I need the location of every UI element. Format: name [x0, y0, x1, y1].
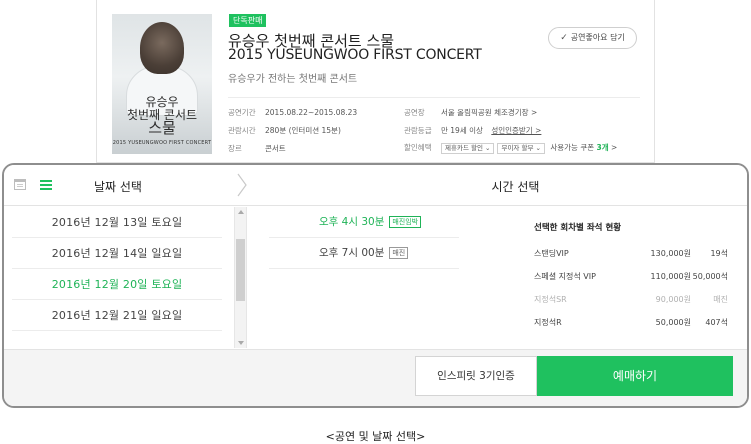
info-venue-link[interactable]: 서울 올림픽공원 체조경기장 > [441, 108, 537, 117]
info-genre-key: 장르 [228, 144, 242, 153]
seat-price: 110,000원 [650, 272, 691, 281]
figure-caption: <공연 및 날짜 선택> [325, 430, 426, 443]
info-rating-key: 관람등급 [404, 126, 432, 135]
date-item-selected[interactable]: 2016년 12월 20일 토요일 [12, 269, 222, 300]
poster-title: 유승우 첫번째 콘서트 스물 [112, 96, 212, 137]
seat-status: 선택한 회차별 좌석 현황 스탠딩VIP 130,000원 19석 스페셜 지정… [534, 221, 734, 340]
show-title-en: 2015 YUSEUNGWOO FIRST CONCERT [228, 47, 482, 63]
seat-name: 지정석SR [534, 295, 567, 304]
book-button[interactable]: 예매하기 [537, 356, 733, 396]
scroll-down-icon[interactable] [238, 341, 244, 345]
seat-name: 지정석R [534, 318, 562, 327]
info-divider [228, 97, 640, 98]
info-discount: 할인혜택 제휴카드 할인 ⌄ 무이자 할부 ⌄ 사용가능 쿠폰 3개 > [404, 142, 617, 154]
date-item[interactable]: 2016년 12월 21일 일요일 [12, 300, 222, 331]
info-discount-key: 할인혜택 [404, 143, 432, 152]
panel-header: 날짜 선택 시간 선택 [4, 165, 747, 206]
show-info-card: 유승우 첫번째 콘서트 스물 2015 YUSEUNGWOO FIRST CON… [96, 0, 655, 163]
check-icon: ✓ [560, 33, 568, 43]
show-subtitle: 유승우가 전하는 첫번째 콘서트 [228, 74, 358, 85]
seat-row-soldout: 지정석SR 90,000원 매진 [534, 294, 734, 317]
favorite-button[interactable]: ✓ 공연좋아요 담기 [548, 27, 637, 49]
time-item-selected[interactable]: 오후 4시 30분 매진임박 [269, 207, 459, 238]
inspirit-verify-button[interactable]: 인스피릿 3기인증 [415, 356, 537, 396]
time-label: 오후 7시 00분 [319, 247, 385, 259]
poster-figure-head [140, 22, 184, 74]
scroll-up-icon[interactable] [238, 210, 244, 214]
info-genre-value: 콘서트 [265, 144, 286, 153]
date-item[interactable]: 2016년 12월 14일 일요일 [12, 238, 222, 269]
installment-select[interactable]: 무이자 할부 ⌄ [497, 143, 545, 154]
date-list: 2016년 12월 13일 토요일 2016년 12월 14일 일요일 2016… [4, 207, 236, 348]
coupon-arrow-icon[interactable]: > [611, 143, 617, 152]
date-list-scrollbar[interactable] [234, 207, 247, 348]
info-rating: 관람등급 만 19세 이상 성인인증받기 > [404, 125, 541, 136]
card-discount-select[interactable]: 제휴카드 할인 ⌄ [441, 143, 495, 154]
info-runtime-value: 280분 (인터미션 15분) [265, 126, 341, 135]
date-item[interactable]: 2016년 12월 13일 토요일 [12, 207, 222, 238]
time-label: 오후 4시 30분 [319, 216, 385, 228]
seat-row: 스탠딩VIP 130,000원 19석 [534, 248, 734, 271]
favorite-button-label: 공연좋아요 담기 [570, 33, 625, 42]
exclusive-badge: 단독판매 [229, 14, 267, 27]
panel-footer: 인스피릿 3기인증 예매하기 [4, 349, 747, 406]
status-badge: 매진임박 [389, 216, 422, 228]
info-period-key: 공연기간 [228, 108, 256, 117]
info-period: 공연기간 2015.08.22~2015.08.23 [228, 107, 357, 118]
seat-price: 90,000원 [655, 295, 691, 304]
seat-price: 50,000원 [655, 318, 691, 327]
seat-status-title: 선택한 회차별 좌석 현황 [534, 223, 622, 233]
seat-count: 19석 [710, 249, 728, 258]
info-rating-value: 만 19세 이상 [441, 126, 483, 135]
seat-count: 407석 [705, 318, 728, 327]
info-venue-key: 공연장 [404, 108, 425, 117]
seat-price: 130,000원 [650, 249, 691, 258]
poster-caption: 2015 YUSEUNGWOO FIRST CONCERT [112, 140, 212, 146]
info-genre: 장르 콘서트 [228, 143, 286, 154]
seat-name: 스탠딩VIP [534, 249, 569, 258]
show-poster[interactable]: 유승우 첫번째 콘서트 스물 2015 YUSEUNGWOO FIRST CON… [112, 14, 212, 154]
time-list: 오후 4시 30분 매진임박 오후 7시 00분 매진 [269, 207, 469, 348]
poster-title-line3: 스물 [148, 119, 176, 137]
seat-row: 스페셜 지정석 VIP 110,000원 50,000석 [534, 271, 734, 294]
info-runtime-key: 관람시간 [228, 126, 256, 135]
time-item[interactable]: 오후 7시 00분 매진 [269, 238, 459, 269]
seat-name: 스페셜 지정석 VIP [534, 272, 596, 281]
info-venue: 공연장 서울 올림픽공원 체조경기장 > [404, 107, 537, 118]
scrollbar-thumb[interactable] [236, 239, 245, 301]
info-period-value: 2015.08.22~2015.08.23 [265, 108, 358, 117]
coupon-count[interactable]: 3개 [597, 143, 609, 152]
seat-count: 50,000석 [692, 272, 728, 281]
time-select-heading: 시간 선택 [491, 180, 540, 194]
seat-row: 지정석R 50,000원 407석 [534, 317, 734, 340]
date-time-selector-panel: 날짜 선택 시간 선택 2016년 12월 13일 토요일 2016년 12월 … [2, 163, 749, 408]
info-runtime: 관람시간 280분 (인터미션 15분) [228, 125, 341, 136]
status-badge: 매진 [389, 247, 409, 259]
seat-count: 매진 [713, 295, 728, 304]
coupon-label[interactable]: 사용가능 쿠폰 [550, 143, 594, 152]
adult-verify-link[interactable]: 성인인증받기 > [491, 126, 541, 135]
